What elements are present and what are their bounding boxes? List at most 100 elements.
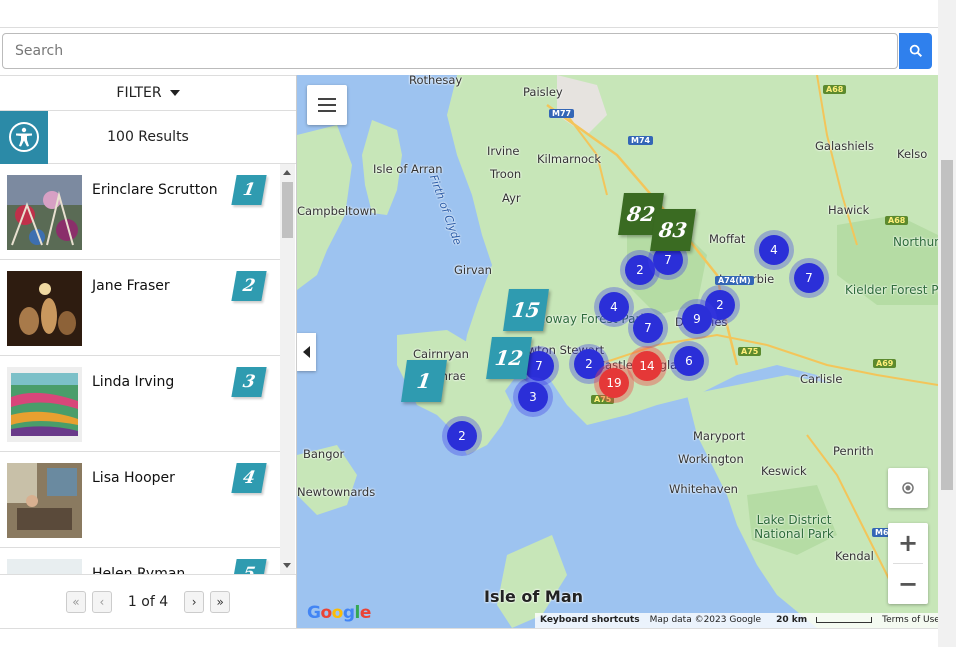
place-label: Carlisle — [800, 372, 843, 386]
caret-down-icon — [169, 90, 180, 96]
road-shield: A68 — [823, 85, 847, 94]
place-label: Irvine — [487, 144, 520, 158]
search-bar — [0, 28, 938, 75]
filter-toggle[interactable]: FILTER — [0, 75, 296, 111]
place-label: Paisley — [523, 85, 563, 99]
plus-icon[interactable]: + — [888, 523, 928, 563]
search-button[interactable] — [899, 33, 932, 69]
place-label: Keswick — [761, 464, 807, 478]
my-location-button[interactable] — [888, 468, 928, 508]
place-label: Lake District National Park — [754, 513, 834, 541]
results-sidebar: FILTER 100 Results Erinclare Scrutton 1 — [0, 75, 297, 628]
search-input[interactable] — [2, 33, 898, 69]
scroll-down-arrow-icon[interactable] — [283, 563, 291, 568]
map-cluster-marker[interactable]: 7 — [794, 263, 824, 293]
place-label: Girvan — [454, 263, 492, 277]
artist-name[interactable]: Helen Ryman — [92, 566, 185, 574]
map-menu-button[interactable] — [307, 85, 347, 125]
road-shield: M74 — [628, 136, 654, 145]
list-item[interactable]: Helen Ryman 5 — [0, 548, 280, 574]
artwork-thumbnail[interactable] — [7, 559, 82, 574]
list-item[interactable]: Erinclare Scrutton 1 — [0, 164, 280, 260]
road-shield: M77 — [549, 109, 575, 118]
map-cluster-marker[interactable]: 7 — [633, 313, 663, 343]
page-indicator: 1 of 4 — [127, 593, 169, 610]
map-view[interactable]: Rothesay Paisley Isle of Arran Irvine Ki… — [297, 75, 938, 628]
road-shield: A74(M) — [715, 276, 754, 285]
locate-icon — [902, 482, 914, 494]
map-data-credit: Map data ©2023 Google — [649, 615, 762, 625]
place-label: Kilmarnock — [537, 152, 602, 166]
list-scrollbar[interactable] — [280, 164, 295, 574]
place-label: Kielder Forest Park — [845, 283, 938, 297]
list-item[interactable]: Lisa Hooper 4 — [0, 452, 280, 548]
search-icon — [909, 44, 922, 58]
google-logo[interactable]: Google — [307, 603, 371, 623]
terms-link[interactable]: Terms of Use — [877, 613, 938, 628]
artist-number-badge: 2 — [231, 271, 267, 301]
list-scrollbar-thumb[interactable] — [282, 182, 293, 238]
place-label: Ayr — [502, 191, 521, 205]
prev-page-button[interactable]: ‹ — [91, 590, 112, 613]
map-cluster-marker[interactable]: 2 — [625, 255, 655, 285]
map-cluster-marker[interactable]: 14 — [632, 351, 662, 381]
place-label: Troon — [490, 167, 522, 181]
artist-name[interactable]: Linda Irving — [92, 374, 174, 390]
menu-icon — [318, 98, 336, 100]
place-label: Kendal — [835, 549, 874, 563]
map-group-tag[interactable]: 12 — [486, 337, 532, 379]
place-label: Campbeltown — [297, 204, 377, 218]
last-page-button[interactable]: » — [210, 590, 231, 613]
page-scrollbar[interactable] — [938, 0, 956, 647]
artist-name[interactable]: Erinclare Scrutton — [92, 182, 218, 198]
first-page-button[interactable]: « — [65, 590, 86, 613]
map-cluster-marker[interactable]: 3 — [518, 382, 548, 412]
list-item[interactable]: Linda Irving 3 — [0, 356, 280, 452]
next-page-button[interactable]: › — [184, 590, 205, 613]
place-label: Isle of Arran — [373, 162, 443, 176]
scroll-up-arrow-icon[interactable] — [283, 170, 291, 175]
artist-name[interactable]: Jane Fraser — [92, 278, 170, 294]
map-cluster-marker[interactable]: 4 — [599, 292, 629, 322]
artwork-thumbnail[interactable] — [7, 367, 82, 442]
map-cluster-marker[interactable]: 2 — [447, 421, 477, 451]
map-cluster-marker[interactable]: 9 — [682, 304, 712, 334]
page-scrollbar-thumb[interactable] — [941, 160, 953, 490]
road-shield: A68 — [885, 216, 909, 225]
place-label: Workington — [678, 452, 744, 466]
list-item[interactable]: Jane Fraser 2 — [0, 260, 280, 356]
filter-label: FILTER — [116, 85, 162, 101]
chevron-left-icon — [302, 346, 310, 358]
results-header: 100 Results — [0, 110, 296, 164]
collapse-sidebar-button[interactable] — [297, 333, 316, 371]
map-scale[interactable]: 20 km — [766, 613, 877, 628]
map-cluster-marker[interactable]: 6 — [674, 346, 704, 376]
accessibility-icon — [9, 122, 39, 152]
place-label: Northumberland National — [893, 235, 938, 249]
artist-list: Erinclare Scrutton 1 Jane Fraser 2 Linda… — [0, 164, 280, 574]
artwork-thumbnail[interactable] — [7, 271, 82, 346]
artwork-thumbnail[interactable] — [7, 463, 82, 538]
place-label: Cairnryan — [413, 347, 469, 361]
map-group-tag[interactable]: 15 — [503, 289, 549, 331]
map-group-tag[interactable]: 1 — [401, 360, 447, 402]
place-label: Isle of Man — [484, 587, 584, 606]
map-terrain — [297, 75, 938, 628]
artist-name[interactable]: Lisa Hooper — [92, 470, 175, 486]
artist-number-badge: 5 — [231, 559, 267, 574]
place-label: Rothesay — [409, 75, 463, 87]
keyboard-shortcuts-link[interactable]: Keyboard shortcuts — [535, 613, 645, 628]
place-label: Maryport — [693, 429, 746, 443]
accessibility-button[interactable] — [0, 110, 48, 164]
pagination: « ‹ 1 of 4 › » — [0, 574, 296, 628]
map-group-tag[interactable]: 83 — [650, 209, 696, 251]
map-cluster-marker[interactable]: 19 — [599, 368, 629, 398]
place-label: Newtownards — [297, 485, 376, 499]
artist-number-badge: 3 — [231, 367, 267, 397]
map-cluster-marker[interactable]: 4 — [759, 235, 789, 265]
results-count: 100 Results — [107, 129, 189, 145]
artwork-thumbnail[interactable] — [7, 175, 82, 250]
minus-icon[interactable]: − — [888, 564, 928, 604]
place-label: Bangor — [303, 447, 345, 461]
map-cluster-marker[interactable]: 2 — [574, 349, 604, 379]
